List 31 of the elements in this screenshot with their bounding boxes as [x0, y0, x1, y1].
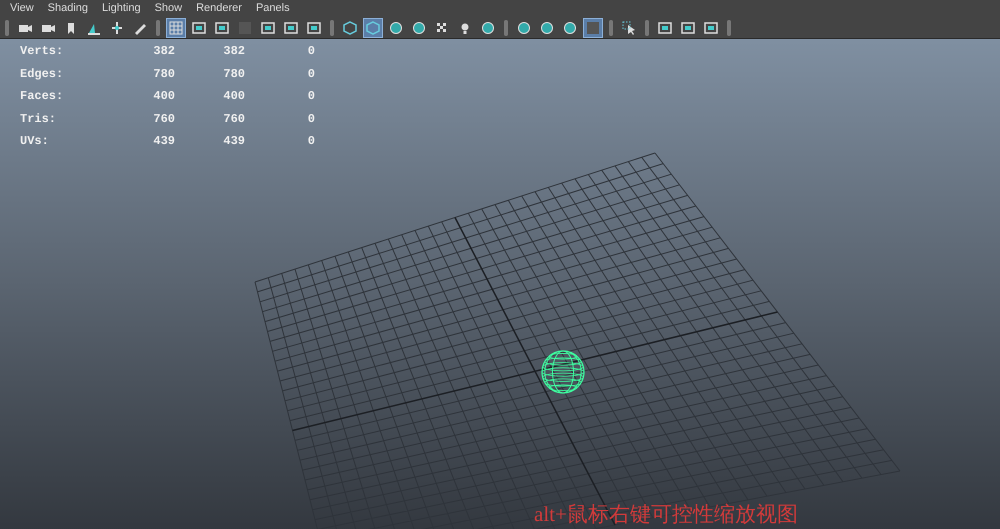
- stat-value: 0: [306, 110, 315, 128]
- stat-value: 400: [222, 88, 245, 105]
- menu-item[interactable]: Shading: [48, 3, 88, 14]
- stat-value: 0: [306, 43, 315, 60]
- viewport[interactable]: Verts: 382 382 0 Edges: 780 780 0 Faces: 400 400 0 Tris: 760 760 0 UVs: 439 439 0 alt+鼠标右键可控性缩放视图: [0, 39, 1000, 529]
- caption-text: alt+鼠标右键可控性缩放视图: [534, 504, 798, 525]
- stat-value: 0: [306, 133, 315, 150]
- menu-item[interactable]: Panels: [256, 3, 290, 14]
- stat-value: 780: [152, 66, 175, 82]
- stat-label: Verts:: [20, 43, 64, 60]
- stat-value: 780: [222, 66, 245, 82]
- stat-label: Tris:: [20, 110, 58, 128]
- stat-label: Faces:: [20, 88, 64, 105]
- grid-icon[interactable]: [166, 18, 186, 38]
- stat-value: 760: [222, 110, 245, 128]
- stat-label: UVs:: [20, 133, 50, 150]
- stat-value: 439: [152, 133, 175, 150]
- stat-value: 439: [222, 133, 245, 150]
- wireframe-sphere-drawing: [541, 350, 585, 394]
- menu-item[interactable]: Show: [154, 3, 182, 14]
- stat-value: 400: [152, 88, 175, 105]
- stat-value: 0: [306, 88, 315, 105]
- menu-item[interactable]: View: [10, 3, 34, 14]
- stat-value: 0: [306, 66, 315, 82]
- stat-value: 382: [152, 43, 175, 60]
- menu-item[interactable]: Renderer: [196, 3, 242, 14]
- stat-value: 760: [152, 110, 175, 128]
- stat-label: Edges:: [20, 66, 64, 82]
- square-icon[interactable]: [583, 18, 603, 38]
- stat-value: 382: [222, 43, 245, 60]
- menu-item[interactable]: Lighting: [102, 3, 141, 14]
